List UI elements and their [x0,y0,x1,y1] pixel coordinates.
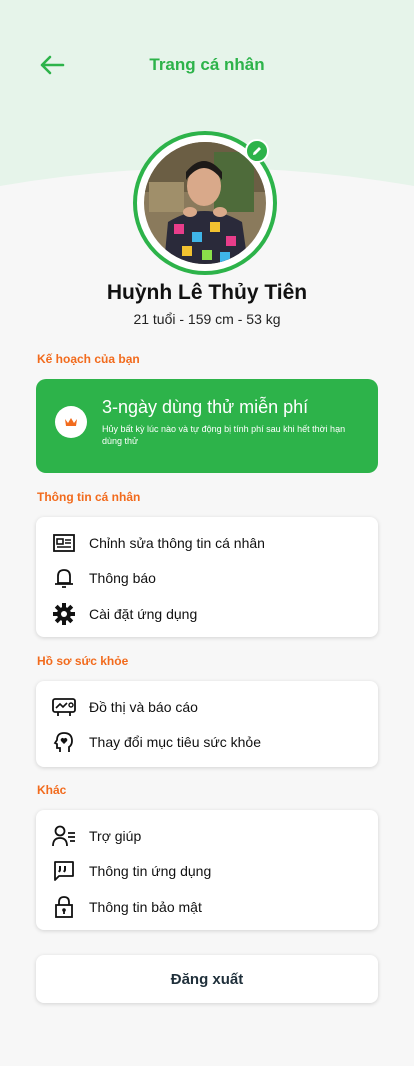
user-stats: 21 tuổi - 159 cm - 53 kg [133,311,281,327]
menu-item-label: Thông báo [89,570,156,586]
menu-item-label: Thông tin ứng dụng [89,863,212,879]
menu-item-label: Thông tin bảo mật [89,899,202,915]
logout-label: Đăng xuất [170,970,244,988]
section-label-other: Khác [37,783,67,797]
menu-item-security-info[interactable]: Thông tin bảo mật [36,889,378,925]
bell-icon [52,566,76,590]
menu-item-label: Cài đặt ứng dụng [89,606,198,622]
avatar-photo [144,142,266,264]
edit-avatar-button[interactable] [245,139,269,163]
page-title: Trang cá nhân [149,55,265,74]
menu-item-label: Trợ giúp [89,828,142,844]
help-person-icon [52,824,76,848]
avatar-ring [133,131,277,275]
menu-item-health-goal[interactable]: Thay đổi mục tiêu sức khỏe [36,724,378,760]
avatar[interactable] [144,142,266,264]
section-label-health: Hồ sơ sức khỏe [37,654,129,668]
menu-item-notifications[interactable]: Thông báo [36,560,378,596]
menu-item-charts-reports[interactable]: Đồ thị và báo cáo [36,689,378,725]
other-card: Trợ giúp Thông tin ứng dụng Thông tin bả… [36,810,378,930]
menu-item-app-settings[interactable]: Cài đặt ứng dụng [36,596,378,632]
menu-item-label: Thay đổi mục tiêu sức khỏe [89,734,262,750]
menu-item-label: Đồ thị và báo cáo [89,699,198,715]
personal-card: Chỉnh sửa thông tin cá nhân Thông báo Cà… [36,517,378,637]
head-heart-icon [52,730,76,754]
menu-item-help[interactable]: Trợ giúp [36,818,378,854]
section-label-plan: Kế hoạch của bạn [37,352,140,366]
pencil-icon [253,147,261,155]
quote-icon [52,859,76,883]
plan-description: Hủy bất kỳ lúc nào và tự động bị tính ph… [102,424,346,446]
menu-item-app-info[interactable]: Thông tin ứng dụng [36,853,378,889]
logout-button[interactable]: Đăng xuất [36,955,378,1003]
health-card: Đồ thị và báo cáo Thay đổi mục tiêu sức … [36,681,378,767]
chart-report-icon [52,695,76,719]
crown-icon [55,406,87,438]
plan-title: 3-ngày dùng thử miễn phí [102,397,309,417]
menu-item-edit-profile[interactable]: Chỉnh sửa thông tin cá nhân [36,525,378,561]
free-trial-card[interactable]: 3-ngày dùng thử miễn phí Hủy bất kỳ lúc … [36,379,378,473]
menu-item-label: Chỉnh sửa thông tin cá nhân [89,535,265,551]
section-label-personal: Thông tin cá nhân [37,490,141,504]
id-card-icon [52,531,76,555]
gear-icon [52,602,76,626]
user-name: Huỳnh Lê Thủy Tiên [106,281,308,304]
top-bar: Trang cá nhân [0,40,414,90]
lock-icon [52,895,76,919]
